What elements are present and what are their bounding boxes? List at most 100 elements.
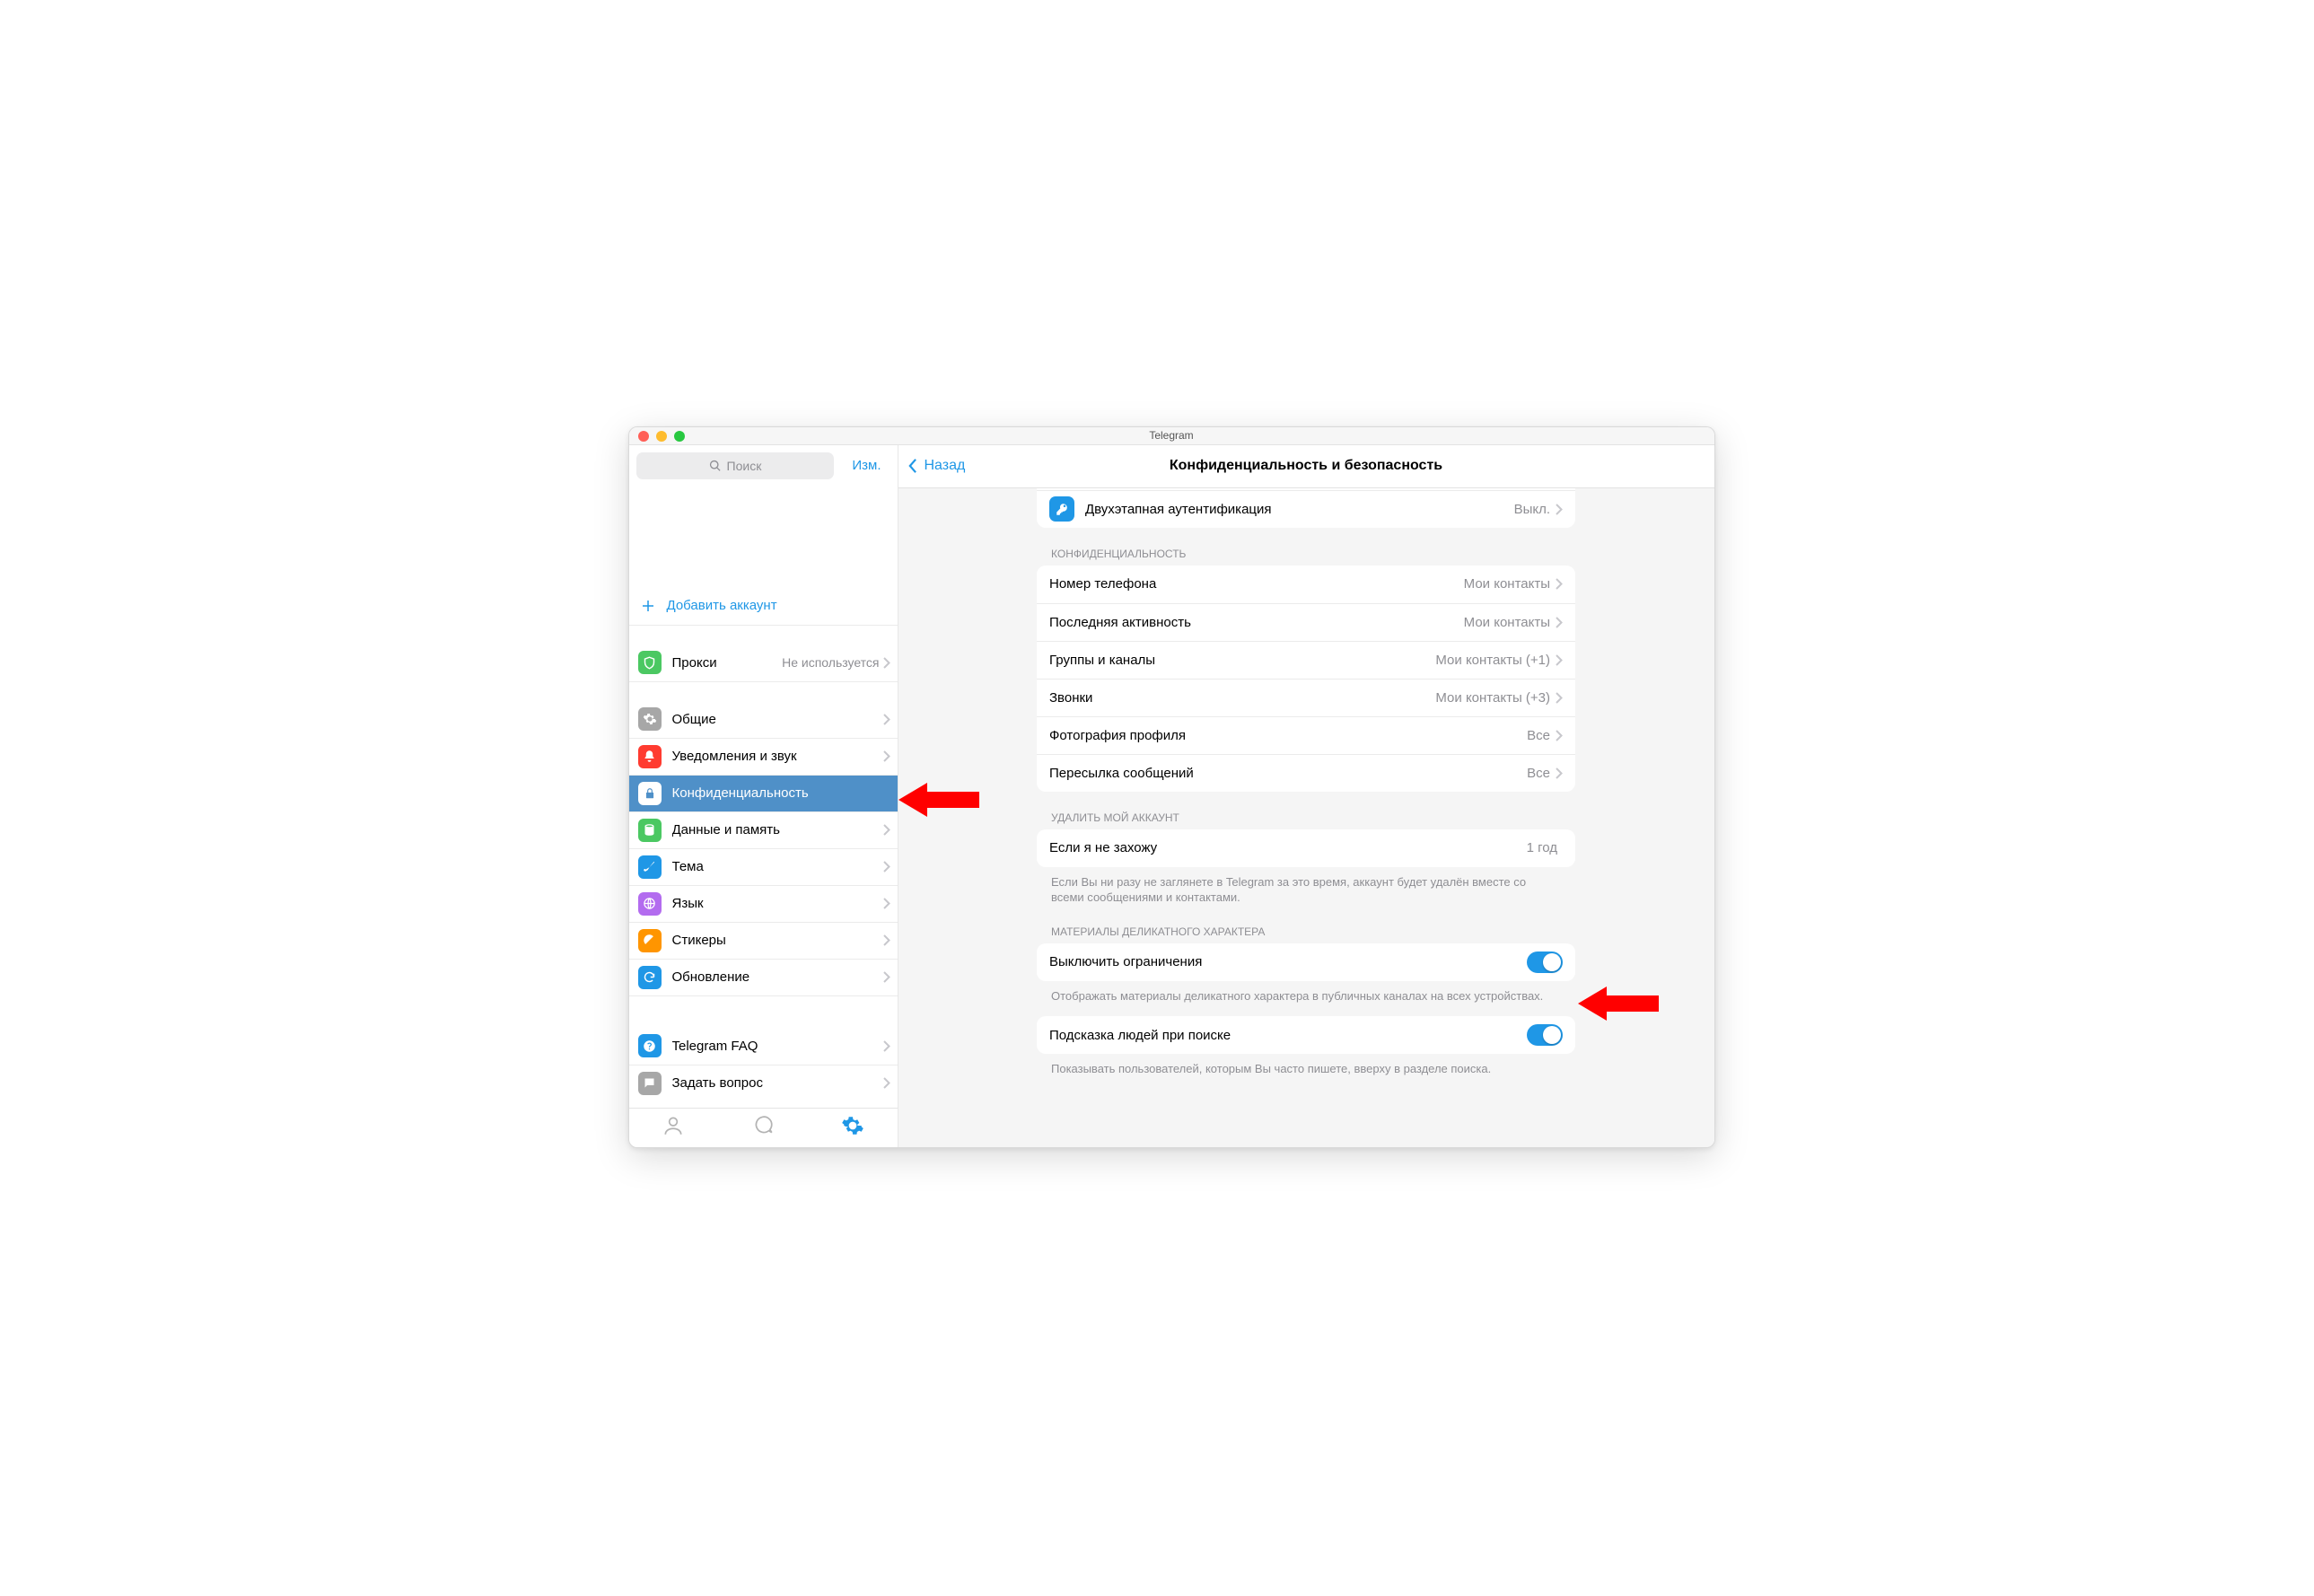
chevron-right-icon: [883, 898, 890, 909]
search-input[interactable]: Поиск: [636, 452, 835, 479]
row-calls[interactable]: Звонки Мои контакты (+3): [1037, 679, 1575, 716]
row-label: Последняя активность: [1049, 615, 1464, 630]
row-label: Двухэтапная аутентификация: [1085, 502, 1514, 517]
gear-icon: [638, 707, 662, 731]
row-value: Мои контакты: [1464, 576, 1550, 592]
chevron-right-icon: [1556, 654, 1563, 666]
sidebar-item-data[interactable]: Данные и память: [629, 811, 898, 848]
sidebar-item-ask[interactable]: Задать вопрос: [629, 1065, 898, 1101]
row-label: Звонки: [1049, 690, 1435, 706]
refresh-icon: [638, 966, 662, 989]
tab-chats[interactable]: [751, 1114, 775, 1142]
sidebar-item-general[interactable]: Общие: [629, 701, 898, 738]
row-label: Фотография профиля: [1049, 728, 1527, 743]
sidebar-item-label: Прокси: [672, 655, 783, 671]
delete-account-note: Если Вы ни разу не заглянете в Telegram …: [1037, 867, 1575, 906]
search-placeholder: Поиск: [727, 459, 762, 473]
bell-icon: [638, 745, 662, 768]
tab-contacts[interactable]: [662, 1114, 685, 1142]
row-value: Все: [1527, 728, 1550, 743]
sidebar-item-label: Задать вопрос: [672, 1075, 883, 1091]
sensitive-note: Отображать материалы деликатного характе…: [1037, 981, 1575, 1004]
brush-icon: [638, 855, 662, 879]
section-header-delete-account: УДАЛИТЬ МОЙ АККАУНТ: [1037, 792, 1575, 829]
row-value: Мои контакты: [1464, 615, 1550, 630]
sidebar-item-label: Общие: [672, 712, 883, 727]
section-header-sensitive: МАТЕРИАЛЫ ДЕЛИКАТНОГО ХАРАКТЕРА: [1037, 906, 1575, 943]
page-title: Конфиденциальность и безопасность: [898, 458, 1714, 474]
row-label: Если я не захожу: [1049, 840, 1527, 855]
globe-icon: [638, 892, 662, 916]
edit-button[interactable]: Изм.: [843, 458, 890, 473]
row-groups[interactable]: Группы и каналы Мои контакты (+1): [1037, 641, 1575, 679]
sidebar-item-language[interactable]: Язык: [629, 885, 898, 922]
chevron-right-icon: [1556, 767, 1563, 779]
sidebar: Поиск Изм. Добавить аккаунт: [629, 445, 898, 1147]
chevron-right-icon: [883, 971, 890, 983]
sidebar-item-label: Язык: [672, 896, 883, 911]
chevron-right-icon: [883, 657, 890, 669]
sidebar-item-label: Тема: [672, 859, 883, 874]
row-label: Группы и каналы: [1049, 653, 1435, 668]
database-icon: [638, 819, 662, 842]
sidebar-item-theme[interactable]: Тема: [629, 848, 898, 885]
key-icon: [1049, 496, 1074, 522]
tab-settings[interactable]: [841, 1114, 864, 1142]
chevron-right-icon: [883, 861, 890, 873]
lock-icon: [638, 782, 662, 805]
sidebar-item-label: Конфиденциальность: [672, 785, 890, 801]
row-twostep[interactable]: Двухэтапная аутентификация Выкл.: [1037, 490, 1575, 528]
sidebar-item-proxy[interactable]: Прокси Не используется: [629, 645, 898, 681]
sidebar-item-label: Данные и память: [672, 822, 883, 837]
row-value: Все: [1527, 766, 1550, 781]
row-phone[interactable]: Номер телефона Мои контакты: [1037, 566, 1575, 603]
sidebar-tabbar: [629, 1108, 898, 1147]
person-icon: [662, 1114, 685, 1137]
row-forward[interactable]: Пересылка сообщений Все: [1037, 754, 1575, 792]
question-icon: [638, 1034, 662, 1057]
row-delete-if-away[interactable]: Если я не захожу 1 год: [1037, 829, 1575, 867]
row-value: Выкл.: [1514, 502, 1550, 517]
row-suggest-people[interactable]: Подсказка людей при поиске: [1037, 1016, 1575, 1054]
search-icon: [709, 460, 722, 472]
sidebar-item-label: Стикеры: [672, 933, 883, 948]
row-label: Номер телефона: [1049, 576, 1464, 592]
sticker-icon: [638, 929, 662, 952]
content-header: Назад Конфиденциальность и безопасность: [898, 445, 1714, 488]
row-value: Мои контакты (+1): [1435, 653, 1550, 668]
sidebar-item-update[interactable]: Обновление: [629, 959, 898, 995]
add-account-button[interactable]: Добавить аккаунт: [629, 587, 898, 625]
row-disable-restrictions[interactable]: Выключить ограничения: [1037, 943, 1575, 981]
chevron-right-icon: [883, 714, 890, 725]
add-account-label: Добавить аккаунт: [667, 598, 777, 613]
sidebar-item-label: Обновление: [672, 969, 883, 985]
content-area: Назад Конфиденциальность и безопасность: [898, 445, 1714, 1147]
row-value: 1 год: [1527, 840, 1557, 855]
chevron-right-icon: [1556, 730, 1563, 741]
gear-icon: [841, 1114, 864, 1137]
chat-icon: [638, 1072, 662, 1095]
sidebar-item-privacy[interactable]: Конфиденциальность: [629, 775, 898, 811]
row-value: Мои контакты (+3): [1435, 690, 1550, 706]
section-header-privacy: КОНФИДЕНЦИАЛЬНОСТЬ: [1037, 528, 1575, 566]
window-title: Telegram: [629, 429, 1714, 442]
chevron-right-icon: [1556, 692, 1563, 704]
app-window: Telegram Поиск Изм. Добавить аккаунт: [628, 426, 1715, 1148]
row-photo[interactable]: Фотография профиля Все: [1037, 716, 1575, 754]
chevron-right-icon: [883, 1040, 890, 1052]
plus-icon: [640, 598, 656, 614]
sidebar-item-label: Уведомления и звук: [672, 749, 883, 764]
sidebar-item-stickers[interactable]: Стикеры: [629, 922, 898, 959]
chevron-right-icon: [883, 824, 890, 836]
toggle-suggest-people[interactable]: [1527, 1024, 1563, 1046]
row-label: Подсказка людей при поиске: [1049, 1028, 1527, 1043]
row-label: Пересылка сообщений: [1049, 766, 1527, 781]
chats-icon: [751, 1114, 775, 1137]
chevron-right-icon: [1556, 578, 1563, 590]
sidebar-item-faq[interactable]: Telegram FAQ: [629, 1028, 898, 1065]
toggle-disable-restrictions[interactable]: [1527, 951, 1563, 973]
chevron-right-icon: [1556, 504, 1563, 515]
sidebar-item-notifications[interactable]: Уведомления и звук: [629, 738, 898, 775]
chevron-right-icon: [1556, 617, 1563, 628]
row-lastseen[interactable]: Последняя активность Мои контакты: [1037, 603, 1575, 641]
